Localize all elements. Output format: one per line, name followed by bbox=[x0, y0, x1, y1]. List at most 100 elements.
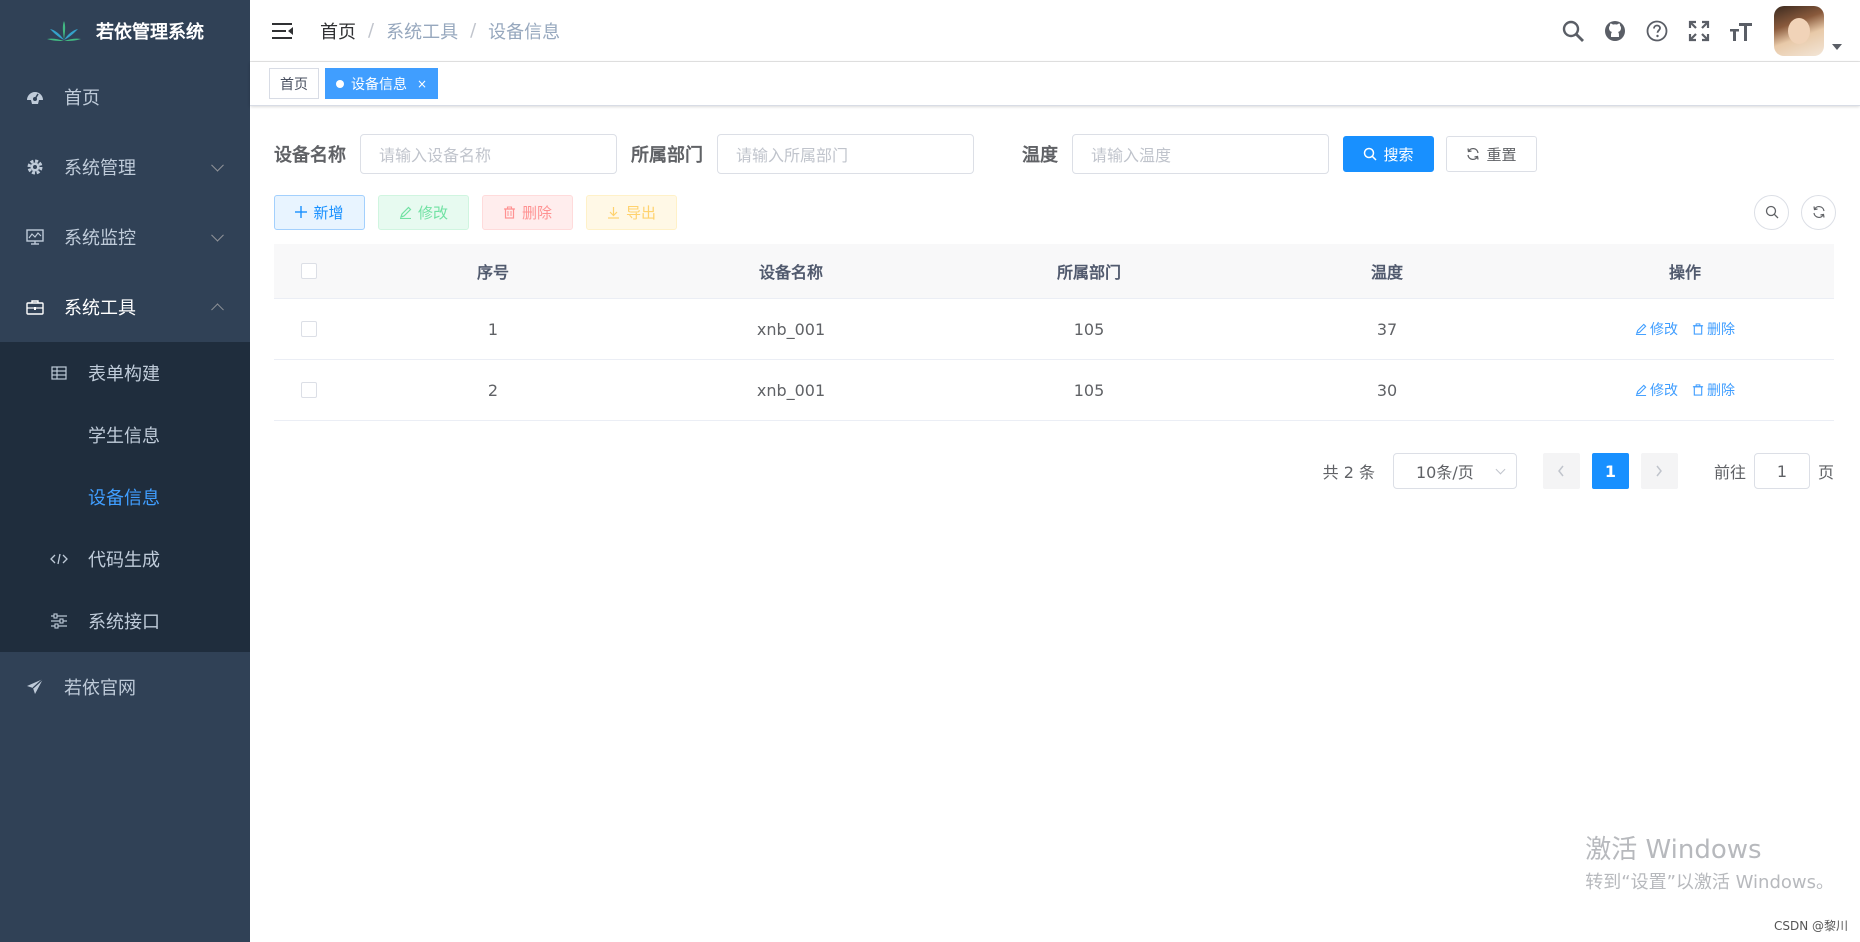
ruoyi-logo-icon bbox=[47, 21, 81, 41]
search-button[interactable]: 搜索 bbox=[1343, 136, 1434, 172]
edit-button-label: 修改 bbox=[417, 203, 448, 222]
dashboard-icon bbox=[26, 88, 44, 106]
avatar[interactable] bbox=[1774, 5, 1824, 56]
add-button[interactable]: 新增 bbox=[274, 194, 365, 230]
temperature-label: 温度 bbox=[1022, 145, 1058, 166]
csdn-watermark: CSDN @黎川 bbox=[1773, 919, 1848, 933]
search-icon[interactable] bbox=[1552, 0, 1594, 62]
column-header-index: 序号 bbox=[476, 263, 509, 282]
windows-activation-watermark: 激活 Windows 转到“设置”以激活 Windows。 bbox=[1585, 829, 1834, 894]
edit-button[interactable]: 修改 bbox=[378, 194, 469, 230]
toolbox-icon bbox=[26, 298, 44, 316]
row-edit-link[interactable]: 修改 bbox=[1635, 380, 1678, 400]
column-header-department: 所属部门 bbox=[1056, 263, 1121, 282]
sidebar-item-home[interactable]: 首页 bbox=[0, 62, 250, 132]
github-icon[interactable] bbox=[1594, 0, 1636, 62]
cell-temperature: 37 bbox=[1376, 319, 1398, 339]
sidebar-item-label: 系统工具 bbox=[64, 298, 136, 319]
sidebar-item-label: 系统接口 bbox=[88, 612, 160, 633]
sidebar-item-form-builder[interactable]: 表单构建 bbox=[0, 342, 250, 404]
active-dot-icon bbox=[336, 79, 344, 88]
prev-page-button[interactable] bbox=[1542, 453, 1580, 489]
select-all-checkbox[interactable] bbox=[301, 263, 317, 279]
paper-plane-icon bbox=[26, 678, 44, 696]
user-avatar-dropdown[interactable] bbox=[1774, 5, 1842, 56]
submenu-system-tools: 表单构建 学生信息 设备信息 代码生成 系统接口 bbox=[0, 342, 250, 652]
refresh-icon bbox=[1467, 147, 1480, 161]
sidebar-item-code-gen[interactable]: 代码生成 bbox=[0, 528, 250, 590]
watermark-subtitle: 转到“设置”以激活 Windows。 bbox=[1585, 872, 1834, 893]
next-page-button[interactable] bbox=[1640, 453, 1678, 489]
page-size-value: 10条/页 bbox=[1415, 463, 1474, 482]
table-header: 序号 设备名称 所属部门 温度 操作 bbox=[274, 244, 1834, 299]
font-size-icon[interactable] bbox=[1720, 0, 1762, 62]
row-checkbox[interactable] bbox=[301, 382, 317, 398]
page-size-select[interactable]: 10条/页 bbox=[1392, 453, 1517, 489]
fullscreen-icon[interactable] bbox=[1678, 0, 1720, 62]
table-row: 2 xnb_001 105 30 修改 删除 bbox=[274, 360, 1834, 421]
department-input[interactable]: 请输入所属部门 bbox=[717, 134, 974, 174]
gear-icon bbox=[26, 158, 44, 176]
tag-home[interactable]: 首页 bbox=[269, 68, 319, 99]
sidebar-item-system-management[interactable]: 系统管理 bbox=[0, 132, 250, 202]
sidebar: 若依管理系统 首页 系统管理 系统监控 系统工具 表单构建 学生信息 设备信息 … bbox=[0, 0, 250, 942]
sidebar-item-system-tools[interactable]: 系统工具 bbox=[0, 272, 250, 342]
cell-department: 105 bbox=[1073, 380, 1105, 400]
sidebar-item-label: 系统监控 bbox=[64, 228, 136, 249]
row-select-cell bbox=[274, 360, 344, 420]
export-button-label: 导出 bbox=[625, 203, 656, 222]
help-icon[interactable] bbox=[1636, 0, 1678, 62]
sidebar-item-ruoyi-site[interactable]: 若依官网 bbox=[0, 652, 250, 722]
tag-device-info[interactable]: 设备信息 × bbox=[325, 68, 439, 99]
edit-icon bbox=[1635, 323, 1647, 335]
breadcrumb-separator: / bbox=[470, 20, 477, 41]
pagination-total: 共 2 条 bbox=[1322, 463, 1375, 482]
sidebar-logo[interactable]: 若依管理系统 bbox=[0, 0, 250, 62]
sidebar-item-label: 系统管理 bbox=[64, 158, 136, 179]
plus-icon bbox=[295, 206, 308, 218]
delete-button[interactable]: 删除 bbox=[482, 194, 573, 230]
sidebar-item-system-api[interactable]: 系统接口 bbox=[0, 590, 250, 652]
row-delete-link[interactable]: 删除 bbox=[1692, 380, 1735, 400]
reset-button[interactable]: 重置 bbox=[1446, 136, 1537, 172]
row-delete-link[interactable]: 删除 bbox=[1692, 319, 1735, 339]
action-toolbar: 新增 修改 删除 导出 bbox=[274, 190, 1836, 234]
search-button-label: 搜索 bbox=[1383, 145, 1414, 164]
search-icon bbox=[1364, 147, 1378, 161]
chevron-up-icon bbox=[211, 303, 224, 317]
chevron-left-icon bbox=[1558, 465, 1565, 477]
table-icon bbox=[50, 364, 68, 382]
sidebar-item-label: 设备信息 bbox=[88, 488, 160, 509]
temperature-input[interactable]: 请输入温度 bbox=[1072, 134, 1329, 174]
export-button[interactable]: 导出 bbox=[586, 194, 677, 230]
goto-page-input[interactable]: 1 bbox=[1753, 453, 1810, 489]
refresh-button[interactable] bbox=[1801, 194, 1836, 230]
sidebar-item-label: 表单构建 bbox=[88, 364, 160, 385]
device-table: 序号 设备名称 所属部门 温度 操作 1 xnb_001 105 37 修改 删… bbox=[274, 244, 1834, 421]
sidebar-item-label: 代码生成 bbox=[88, 550, 160, 571]
page-number-current[interactable]: 1 bbox=[1591, 453, 1629, 489]
cell-department: 105 bbox=[1073, 319, 1105, 339]
sidebar-item-device-info[interactable]: 设备信息 bbox=[0, 466, 250, 528]
sidebar-item-system-monitor[interactable]: 系统监控 bbox=[0, 202, 250, 272]
breadcrumb-home[interactable]: 首页 bbox=[320, 18, 356, 44]
download-icon bbox=[607, 206, 619, 219]
device-name-input[interactable]: 请输入设备名称 bbox=[360, 134, 617, 174]
edit-icon bbox=[399, 206, 412, 219]
search-icon bbox=[1765, 205, 1778, 219]
tag-label: 设备信息 bbox=[351, 76, 407, 93]
search-form: 设备名称 请输入设备名称 所属部门 请输入所属部门 温度 请输入温度 搜索 重置 bbox=[274, 106, 1836, 196]
row-edit-label: 修改 bbox=[1650, 322, 1678, 338]
trash-icon bbox=[1692, 323, 1704, 335]
column-header-device-name: 设备名称 bbox=[758, 263, 823, 282]
hamburger-icon[interactable] bbox=[272, 21, 294, 41]
toggle-search-button[interactable] bbox=[1754, 194, 1789, 230]
sidebar-item-student-info[interactable]: 学生信息 bbox=[0, 404, 250, 466]
navbar-right bbox=[1552, 0, 1860, 61]
navbar: 首页 / 系统工具 / 设备信息 bbox=[250, 0, 1860, 62]
row-checkbox[interactable] bbox=[301, 321, 317, 337]
right-toolbar bbox=[1754, 194, 1836, 230]
cell-temperature: 30 bbox=[1376, 380, 1398, 400]
close-icon[interactable]: × bbox=[417, 77, 427, 91]
row-edit-link[interactable]: 修改 bbox=[1635, 319, 1678, 339]
